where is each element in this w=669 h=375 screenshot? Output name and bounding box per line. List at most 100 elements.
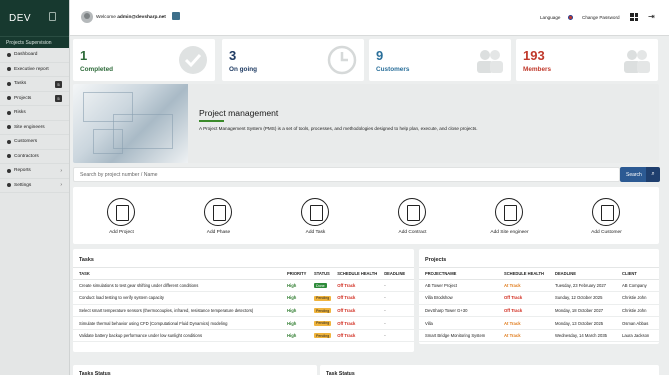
schedule-health: Off Track [331, 316, 379, 330]
sidebar-item-tasks[interactable]: Tasks 5 [0, 77, 69, 92]
search-button[interactable]: Search [620, 167, 647, 182]
stat-number: 193 [523, 48, 545, 63]
column-header[interactable]: CLIENT [616, 268, 659, 280]
add-contract-button[interactable]: Add Contract [364, 187, 461, 244]
column-header[interactable]: DEADLINE [378, 268, 414, 280]
schedule-health: At Track [498, 279, 549, 293]
add-customer-button[interactable]: Add Customer [558, 187, 655, 244]
topbar: Welcome admin@devsharp.net Language Chan… [70, 0, 669, 36]
notification-icon[interactable] [172, 12, 180, 20]
task-name[interactable]: Validate battery backup performance unde… [73, 329, 281, 343]
avatar[interactable] [81, 11, 93, 23]
language-link[interactable]: Language [540, 15, 560, 20]
deadline: - [378, 291, 414, 305]
search-icon[interactable]: ⌕ [646, 167, 660, 182]
logout-icon[interactable]: ⇥ [648, 13, 656, 21]
status-badge: Pending [314, 308, 332, 314]
sidebar-item-label: Executive report [14, 66, 49, 72]
table-row[interactable]: DevSharp Tower G+30 Off Track Monday, 18 O… [419, 304, 659, 318]
sidebar-item-label: Settings [14, 182, 32, 188]
add-phase-icon [204, 198, 232, 226]
add-phase-button[interactable]: Add Phase [170, 187, 267, 244]
sidebar-item-customers[interactable]: Customers [0, 135, 69, 150]
client: Christie John [616, 291, 659, 305]
task-name[interactable]: Simulate thermal behavior using CFD (Com… [73, 316, 281, 330]
sidebar-item-risks[interactable]: Risks [0, 106, 69, 121]
title-underline [199, 120, 224, 122]
sidebar-item-settings[interactable]: Settings › [0, 179, 69, 193]
deadline: - [378, 329, 414, 343]
tasks-icon [7, 81, 11, 86]
menu-toggle-icon[interactable] [49, 12, 56, 21]
sidebar-item-site-engineers[interactable]: Site engineers [0, 121, 69, 135]
flag-icon[interactable] [568, 15, 573, 20]
table-row[interactable]: Conduct load testing to verify system ca… [73, 291, 414, 305]
action-label: Add Project [109, 230, 134, 235]
deadline: Wednesday, 14 March 2035 [549, 329, 616, 343]
status-badge: Pending [314, 333, 332, 339]
settings-icon [7, 183, 11, 188]
sidebar-item-dashboard[interactable]: Dashboard [0, 48, 69, 63]
deadline: - [378, 279, 414, 293]
priority: High [281, 304, 308, 318]
action-label: Add Task [305, 230, 326, 235]
stat-card-completed[interactable]: 1 Completed [73, 39, 215, 81]
column-header[interactable]: SCHEDULE HEALTH [498, 268, 549, 280]
table-row[interactable]: Create simulations to test gear shifting… [73, 279, 414, 293]
task-name[interactable]: Select smart temperature sensors (thermo… [73, 304, 281, 318]
table-row[interactable]: Select smart temperature sensors (thermo… [73, 304, 414, 318]
stat-card-members[interactable]: 193 Members [516, 39, 658, 81]
search-input[interactable]: Search by project number / Name [73, 167, 620, 182]
status-cell: Pending [308, 329, 332, 343]
task-name[interactable]: Create simulations to test gear shifting… [73, 279, 281, 293]
add-project-button[interactable]: Add Project [73, 187, 170, 244]
column-header[interactable]: TASK [73, 268, 281, 280]
sidebar-item-executive-report[interactable]: Executive report [0, 63, 69, 77]
column-header[interactable]: PROJECTNAME [419, 268, 498, 280]
change-password-link[interactable]: Change Password [582, 15, 620, 20]
apps-grid-icon[interactable] [630, 13, 638, 21]
brand-logo[interactable]: DEV [0, 0, 69, 36]
project-name[interactable]: DevSharp Tower G+30 [419, 304, 498, 318]
stat-card-ongoing[interactable]: 3 On going [222, 39, 364, 81]
status-cell: Pending [308, 291, 332, 305]
task-name[interactable]: Conduct load testing to verify system ca… [73, 291, 281, 305]
project-name[interactable]: Smart Bridge Monitoring System [419, 329, 498, 343]
deadline: Tuesday, 23 February 2027 [549, 279, 616, 293]
quick-actions: Add Project Add Phase Add Task Add Contr… [73, 187, 659, 244]
schedule-health: Off Track [498, 304, 549, 318]
table-row[interactable]: Simulate thermal behavior using CFD (Com… [73, 316, 414, 330]
sidebar-item-label: Dashboard [14, 52, 38, 58]
priority: High [281, 316, 308, 330]
users-icon [477, 50, 503, 73]
welcome-text: Welcome admin@devsharp.net [96, 15, 166, 20]
deadline: Monday, 13 October 2025 [549, 316, 616, 330]
column-header[interactable]: STATUS [308, 268, 332, 280]
add-task-button[interactable]: Add Task [267, 187, 364, 244]
schedule-health: At Track [498, 329, 549, 343]
sidebar-item-reports[interactable]: Reports › [0, 164, 69, 179]
task-status-panel: Task Status [320, 365, 659, 375]
sidebar-item-projects[interactable]: Projects 5 [0, 92, 69, 106]
table-row[interactable]: Smart Bridge Monitoring System At Track We… [419, 329, 659, 343]
column-header[interactable]: SCHEDULE HEALTH [331, 268, 379, 280]
table-row[interactable]: AB Tower Project At Track Tuesday, 23 Febr… [419, 279, 659, 293]
sidebar-item-contractors[interactable]: Contractors [0, 150, 69, 164]
sidebar-item-label: Reports [14, 168, 31, 174]
status-badge: Pending [314, 320, 332, 326]
add-contract-icon [398, 198, 426, 226]
add-site-engineer-button[interactable]: Add Site engineer [461, 187, 558, 244]
stat-card-customers[interactable]: 9 Customers [369, 39, 511, 81]
project-name[interactable]: Villa Brodshow [419, 291, 498, 305]
sidebar: DEV Projects Supervision Dashboard Execu… [0, 0, 70, 375]
column-header[interactable]: DEADLINE [549, 268, 616, 280]
schedule-health: Off Track [498, 291, 549, 305]
project-name[interactable]: AB Tower Project [419, 279, 498, 293]
table-row[interactable]: Villa Brodshow Off Track Sunday, 12 Octobe… [419, 291, 659, 305]
panel-title: Projects [419, 249, 659, 268]
column-header[interactable]: PRIORITY [281, 268, 308, 280]
table-row[interactable]: Validate battery backup performance unde… [73, 329, 414, 343]
schedule-health: At Track [498, 316, 549, 330]
table-row[interactable]: Villa At Track Monday, 13 October 2025 Osma… [419, 316, 659, 330]
project-name[interactable]: Villa [419, 316, 498, 330]
